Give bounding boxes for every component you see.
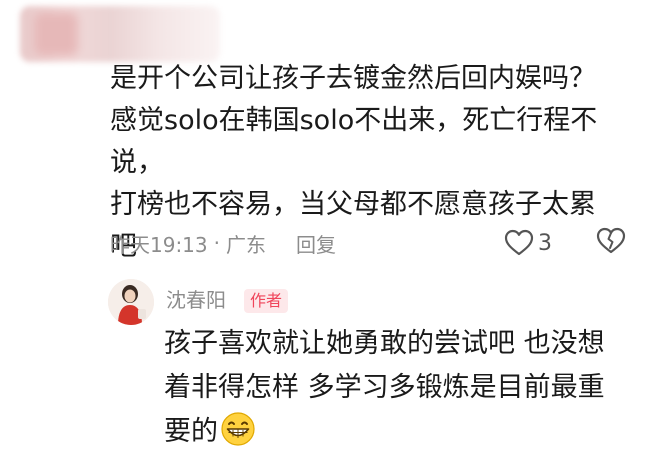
reply-line: 要的 [164,416,218,447]
author-avatar[interactable] [108,279,154,325]
comment-line: 是开个公司让孩子去镀金然后回内娱吗？ [110,63,596,94]
reply-body: 孩子喜欢就让她勇敢的尝试吧 也没想 着非得怎样 多学习多锻炼是目前最重 要的 [164,322,644,454]
like-count: 3 [538,230,552,256]
comment-meta: 昨天19:13 · 广东 回复 [110,226,650,260]
comment-line: 感觉solo在韩国solo不出来，死亡行程不说， [110,105,598,178]
heart-icon [504,229,534,256]
like-button[interactable]: 3 [504,226,552,260]
reply-author-name[interactable]: 沈春阳 [166,286,226,314]
dislike-button[interactable] [596,227,626,259]
author-badge: 作者 [244,289,289,313]
comment-line: 打榜也不容易，当父母都不愿意孩子太累 [110,189,596,220]
comment-location: 广东 [226,232,266,257]
blurred-user-avatar [20,6,220,62]
broken-heart-icon [596,227,626,254]
avatar-portrait [108,279,154,325]
reply-button[interactable]: 回复 [296,229,336,258]
reply-line: 着非得怎样 多学习多锻炼是目前最重 [164,372,605,403]
meta-separator: · [213,231,220,255]
reply-line: 孩子喜欢就让她勇敢的尝试吧 也没想 [164,328,605,359]
comment-time: 昨天19:13 [110,232,208,257]
comment-thread: 是开个公司让孩子去镀金然后回内娱吗？ 感觉solo在韩国solo不出来，死亡行程… [0,0,660,458]
grin-emoji-icon [221,412,255,446]
